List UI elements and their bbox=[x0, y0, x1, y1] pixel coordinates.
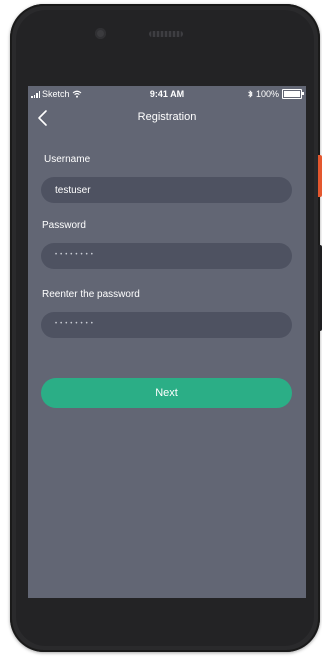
battery-icon bbox=[282, 89, 304, 99]
bluetooth-icon bbox=[248, 90, 253, 98]
battery-percent: 100% bbox=[255, 89, 279, 99]
password-input[interactable] bbox=[41, 243, 292, 269]
status-bar: Sketch 9:41 AM 100% bbox=[28, 86, 306, 102]
side-button-power bbox=[318, 155, 322, 197]
earpiece-speaker bbox=[149, 31, 183, 37]
page-title: Registration bbox=[137, 111, 197, 123]
password-label: Password bbox=[42, 220, 86, 231]
username-input[interactable] bbox=[41, 177, 292, 203]
front-camera bbox=[95, 28, 106, 39]
reenter-password-input[interactable] bbox=[41, 312, 292, 338]
battery-fill bbox=[284, 91, 300, 97]
reenter-password-label: Reenter the password bbox=[42, 289, 140, 300]
next-button[interactable]: Next bbox=[41, 378, 292, 408]
navigation-bar: Registration bbox=[28, 104, 306, 132]
app-screen: Sketch 9:41 AM 100% Registration Usernam… bbox=[28, 86, 306, 598]
username-label: Username bbox=[44, 154, 91, 165]
status-right: 100% bbox=[248, 89, 304, 99]
side-button-volume bbox=[318, 245, 322, 331]
